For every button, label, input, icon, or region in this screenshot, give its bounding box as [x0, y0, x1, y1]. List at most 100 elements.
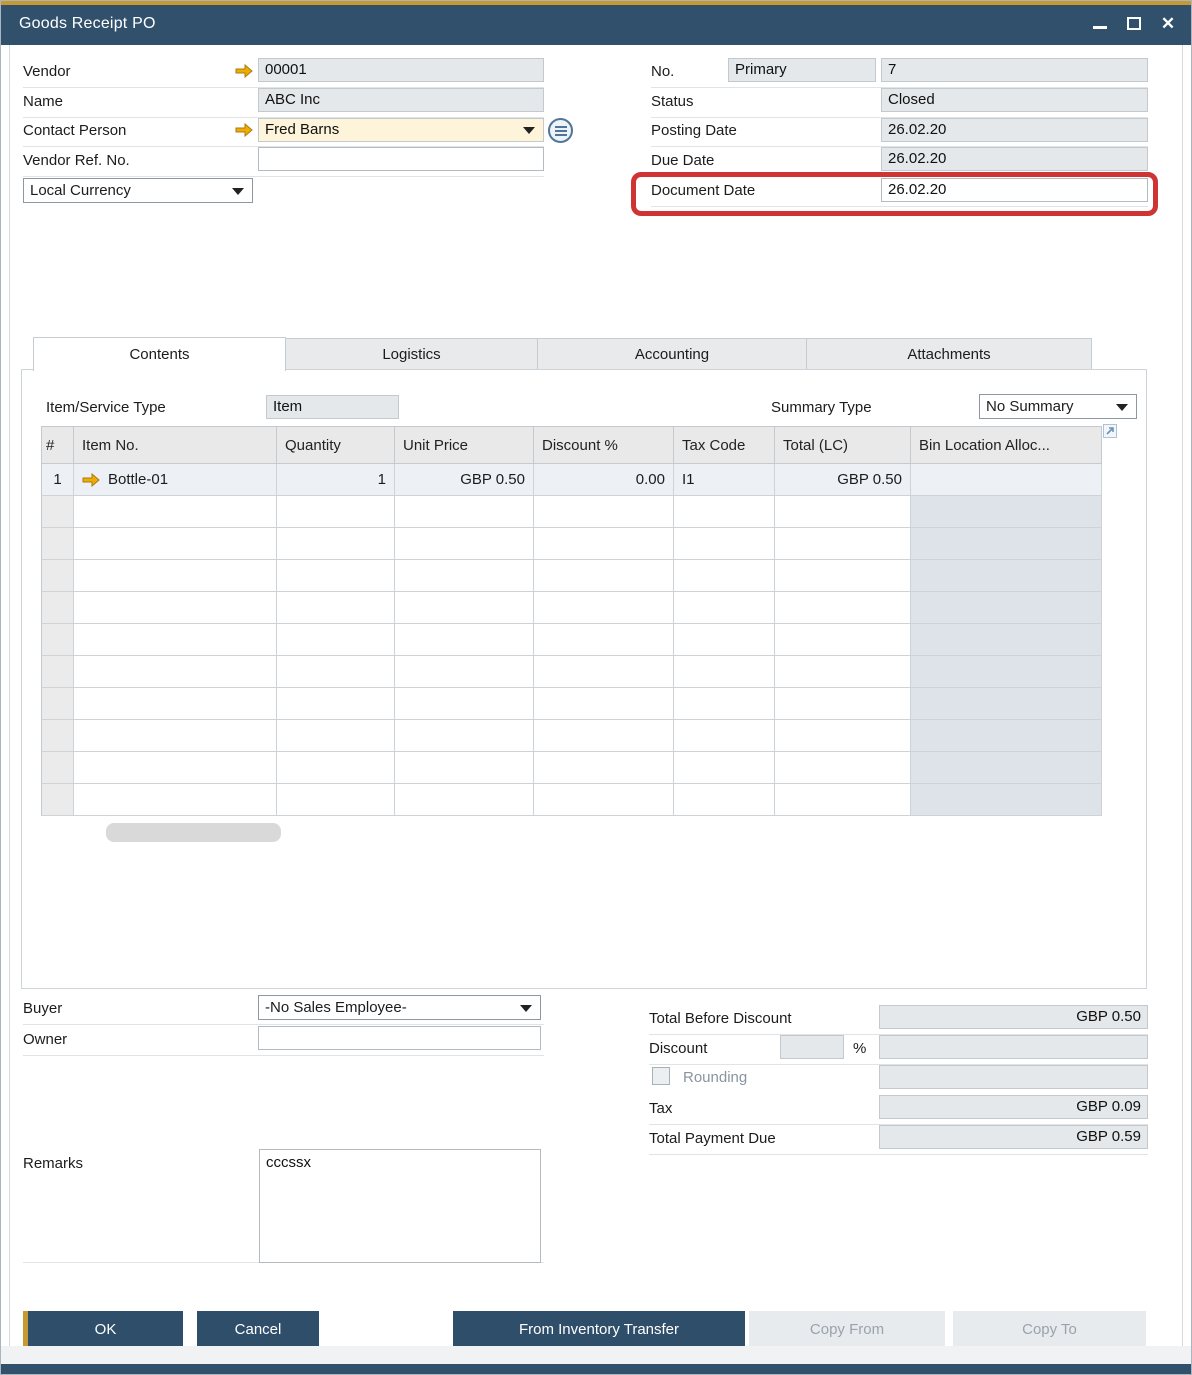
- empty-cell[interactable]: [277, 528, 395, 560]
- series-field[interactable]: Primary: [728, 58, 876, 82]
- empty-cell[interactable]: [911, 752, 1102, 784]
- empty-cell[interactable]: [534, 688, 674, 720]
- empty-cell[interactable]: [74, 560, 277, 592]
- table-row-empty[interactable]: [42, 496, 1102, 528]
- col-header-tax-code[interactable]: Tax Code: [674, 427, 775, 464]
- tab-contents[interactable]: Contents: [33, 337, 286, 371]
- empty-cell[interactable]: [911, 624, 1102, 656]
- discount-cell[interactable]: 0.00: [534, 464, 674, 496]
- table-row-empty[interactable]: [42, 656, 1102, 688]
- empty-cell[interactable]: [674, 496, 775, 528]
- empty-cell[interactable]: [911, 496, 1102, 528]
- empty-cell[interactable]: [395, 656, 534, 688]
- empty-cell[interactable]: [277, 560, 395, 592]
- empty-cell[interactable]: [674, 656, 775, 688]
- from-inventory-transfer-button[interactable]: From Inventory Transfer: [453, 1311, 745, 1348]
- empty-cell[interactable]: [775, 592, 911, 624]
- discount-percent-input[interactable]: [780, 1035, 844, 1059]
- empty-cell[interactable]: [42, 624, 74, 656]
- doc-number-field[interactable]: 7: [881, 58, 1148, 82]
- empty-cell[interactable]: [395, 496, 534, 528]
- empty-cell[interactable]: [674, 720, 775, 752]
- col-header-discount[interactable]: Discount %: [534, 427, 674, 464]
- empty-cell[interactable]: [42, 528, 74, 560]
- item-service-type-field[interactable]: Item: [266, 395, 399, 419]
- tab-accounting[interactable]: Accounting: [538, 338, 807, 370]
- empty-cell[interactable]: [775, 624, 911, 656]
- empty-cell[interactable]: [42, 656, 74, 688]
- copy-to-button[interactable]: Copy To: [953, 1311, 1146, 1348]
- empty-cell[interactable]: [775, 496, 911, 528]
- empty-cell[interactable]: [395, 688, 534, 720]
- empty-cell[interactable]: [395, 784, 534, 816]
- unit-price-cell[interactable]: GBP 0.50: [395, 464, 534, 496]
- empty-cell[interactable]: [775, 656, 911, 688]
- empty-cell[interactable]: [74, 592, 277, 624]
- empty-cell[interactable]: [74, 528, 277, 560]
- empty-cell[interactable]: [674, 624, 775, 656]
- item-no-cell[interactable]: Bottle-01: [74, 464, 277, 496]
- empty-cell[interactable]: [775, 784, 911, 816]
- close-button[interactable]: ✕: [1157, 12, 1179, 34]
- empty-cell[interactable]: [911, 720, 1102, 752]
- ok-button[interactable]: OK: [23, 1311, 183, 1348]
- empty-cell[interactable]: [42, 688, 74, 720]
- empty-cell[interactable]: [674, 784, 775, 816]
- expand-table-icon[interactable]: [1103, 424, 1117, 438]
- empty-cell[interactable]: [42, 784, 74, 816]
- empty-cell[interactable]: [277, 752, 395, 784]
- rounding-checkbox[interactable]: [652, 1067, 670, 1085]
- contact-person-dropdown[interactable]: Fred Barns: [258, 118, 544, 142]
- owner-input[interactable]: [258, 1026, 541, 1050]
- empty-cell[interactable]: [674, 688, 775, 720]
- empty-cell[interactable]: [911, 656, 1102, 688]
- empty-cell[interactable]: [775, 528, 911, 560]
- empty-cell[interactable]: [74, 496, 277, 528]
- empty-cell[interactable]: [74, 720, 277, 752]
- vendor-name-field[interactable]: ABC Inc: [258, 88, 544, 112]
- empty-cell[interactable]: [534, 560, 674, 592]
- empty-cell[interactable]: [534, 592, 674, 624]
- col-header-unit-price[interactable]: Unit Price: [395, 427, 534, 464]
- table-row-empty[interactable]: [42, 560, 1102, 592]
- due-date-field[interactable]: 26.02.20: [881, 147, 1148, 171]
- empty-cell[interactable]: [911, 784, 1102, 816]
- table-row-empty[interactable]: [42, 784, 1102, 816]
- col-header-total-lc[interactable]: Total (LC): [775, 427, 911, 464]
- table-row-empty[interactable]: [42, 752, 1102, 784]
- empty-cell[interactable]: [74, 656, 277, 688]
- total-lc-cell[interactable]: GBP 0.50: [775, 464, 911, 496]
- link-arrow-icon[interactable]: [82, 473, 100, 487]
- col-header-bin-location[interactable]: Bin Location Alloc...: [911, 427, 1102, 464]
- tax-code-cell[interactable]: I1: [674, 464, 775, 496]
- vendor-ref-input[interactable]: [258, 147, 544, 171]
- empty-cell[interactable]: [74, 784, 277, 816]
- empty-cell[interactable]: [74, 624, 277, 656]
- empty-cell[interactable]: [277, 624, 395, 656]
- empty-cell[interactable]: [534, 496, 674, 528]
- empty-cell[interactable]: [42, 560, 74, 592]
- col-header-num[interactable]: #: [42, 427, 74, 464]
- empty-cell[interactable]: [911, 528, 1102, 560]
- empty-cell[interactable]: [775, 560, 911, 592]
- link-arrow-icon[interactable]: [235, 64, 253, 78]
- table-row-empty[interactable]: [42, 688, 1102, 720]
- empty-cell[interactable]: [277, 688, 395, 720]
- table-row[interactable]: 1 Bottle-01 1 GBP 0.50 0.00 I1 GBP 0.50: [42, 464, 1102, 496]
- empty-cell[interactable]: [534, 528, 674, 560]
- empty-cell[interactable]: [775, 752, 911, 784]
- copy-from-button[interactable]: Copy From: [749, 1311, 945, 1348]
- empty-cell[interactable]: [534, 656, 674, 688]
- empty-cell[interactable]: [775, 688, 911, 720]
- posting-date-field[interactable]: 26.02.20: [881, 118, 1148, 142]
- empty-cell[interactable]: [42, 592, 74, 624]
- empty-cell[interactable]: [674, 752, 775, 784]
- empty-cell[interactable]: [395, 592, 534, 624]
- empty-cell[interactable]: [42, 720, 74, 752]
- buyer-dropdown[interactable]: -No Sales Employee-: [258, 995, 541, 1020]
- empty-cell[interactable]: [674, 528, 775, 560]
- quantity-cell[interactable]: 1: [277, 464, 395, 496]
- empty-cell[interactable]: [395, 560, 534, 592]
- bin-location-cell[interactable]: [911, 464, 1102, 496]
- vendor-field[interactable]: 00001: [258, 58, 544, 82]
